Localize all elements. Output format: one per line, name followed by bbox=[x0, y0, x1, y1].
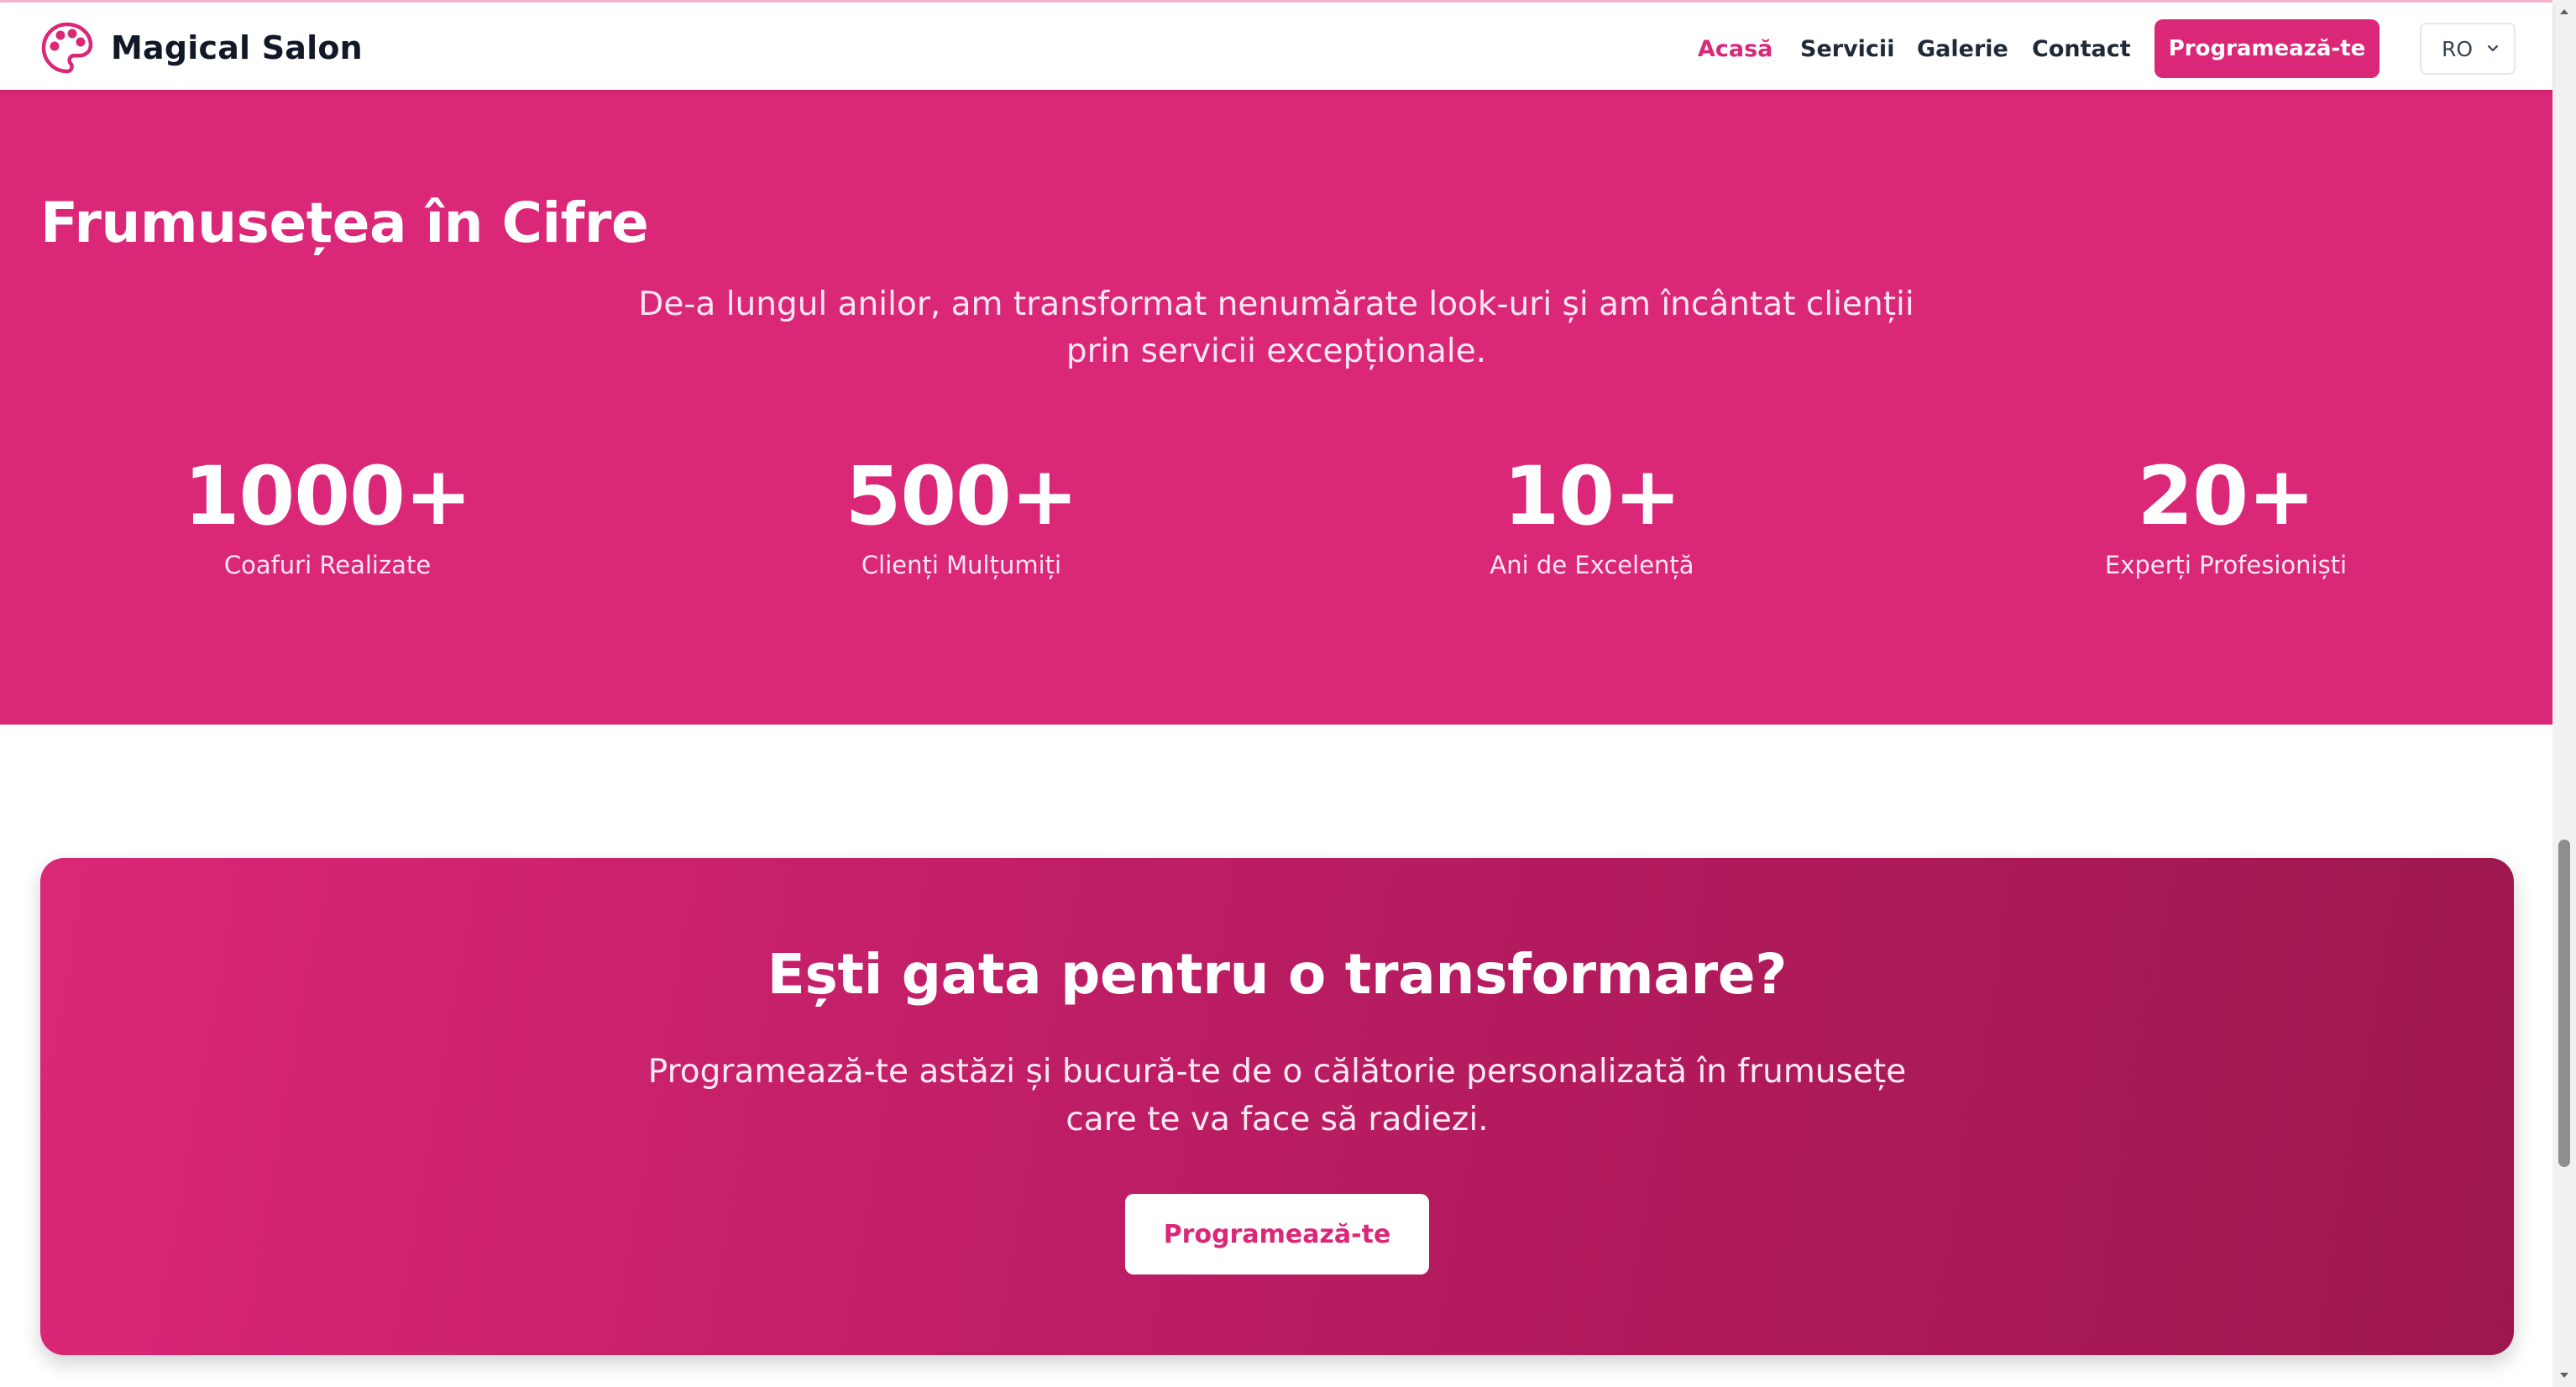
stat-value: 1000+ bbox=[183, 449, 473, 543]
stat-item: 500+ Clienți Mulțumiți bbox=[709, 449, 1213, 582]
scroll-up-arrow-icon[interactable] bbox=[2558, 5, 2571, 18]
stat-value: 500+ bbox=[845, 449, 1079, 543]
cta-title: Ești gata pentru o transformare? bbox=[767, 942, 1788, 1007]
site-header: Magical Salon Acasă Servicii Galerie Con… bbox=[0, 3, 2552, 90]
stat-label: Clienți Mulțumiți bbox=[861, 551, 1062, 579]
stat-item: 10+ Ani de Excelență bbox=[1340, 449, 1844, 582]
brand-name: Magical Salon bbox=[111, 29, 363, 66]
book-appointment-button[interactable]: Programează-te bbox=[2155, 19, 2380, 78]
nav-link-contact[interactable]: Contact bbox=[2032, 36, 2131, 62]
nav-link-servicii[interactable]: Servicii bbox=[1800, 36, 1894, 62]
stat-label: Ani de Excelență bbox=[1490, 551, 1694, 579]
language-selected-value: RO bbox=[2442, 36, 2474, 61]
stats-section: Frumusețea în Cifre De-a lungul anilor, … bbox=[0, 90, 2552, 725]
chevron-down-icon bbox=[2484, 39, 2502, 58]
nav-link-galerie[interactable]: Galerie bbox=[1917, 36, 2008, 62]
stats-subtitle: De-a lungul anilor, am transformat nenum… bbox=[638, 285, 1914, 370]
palette-icon bbox=[40, 21, 94, 75]
scroll-down-arrow-icon[interactable] bbox=[2558, 1369, 2571, 1382]
vertical-scrollbar[interactable] bbox=[2552, 0, 2576, 1387]
cta-text: Programează-te astăzi și bucură-te de o … bbox=[647, 1053, 1907, 1138]
stats-title: Frumusețea în Cifre bbox=[40, 191, 649, 255]
stat-value: 10+ bbox=[1503, 449, 1681, 543]
stat-item: 20+ Experți Profesioniști bbox=[1974, 449, 2478, 582]
scrollbar-thumb[interactable] bbox=[2558, 840, 2570, 1167]
cta-card: Ești gata pentru o transformare? Program… bbox=[40, 858, 2514, 1355]
stat-value: 20+ bbox=[2137, 449, 2315, 543]
cta-book-button[interactable]: Programează-te bbox=[1125, 1194, 1429, 1274]
logo[interactable]: Magical Salon bbox=[40, 21, 363, 75]
language-select[interactable]: RO bbox=[2420, 23, 2516, 75]
stat-item: 1000+ Coafuri Realizate bbox=[76, 449, 579, 582]
nav-link-acasa[interactable]: Acasă bbox=[1698, 36, 1772, 62]
stat-label: Experți Profesioniști bbox=[2104, 551, 2348, 579]
stat-label: Coafuri Realizate bbox=[223, 551, 432, 579]
